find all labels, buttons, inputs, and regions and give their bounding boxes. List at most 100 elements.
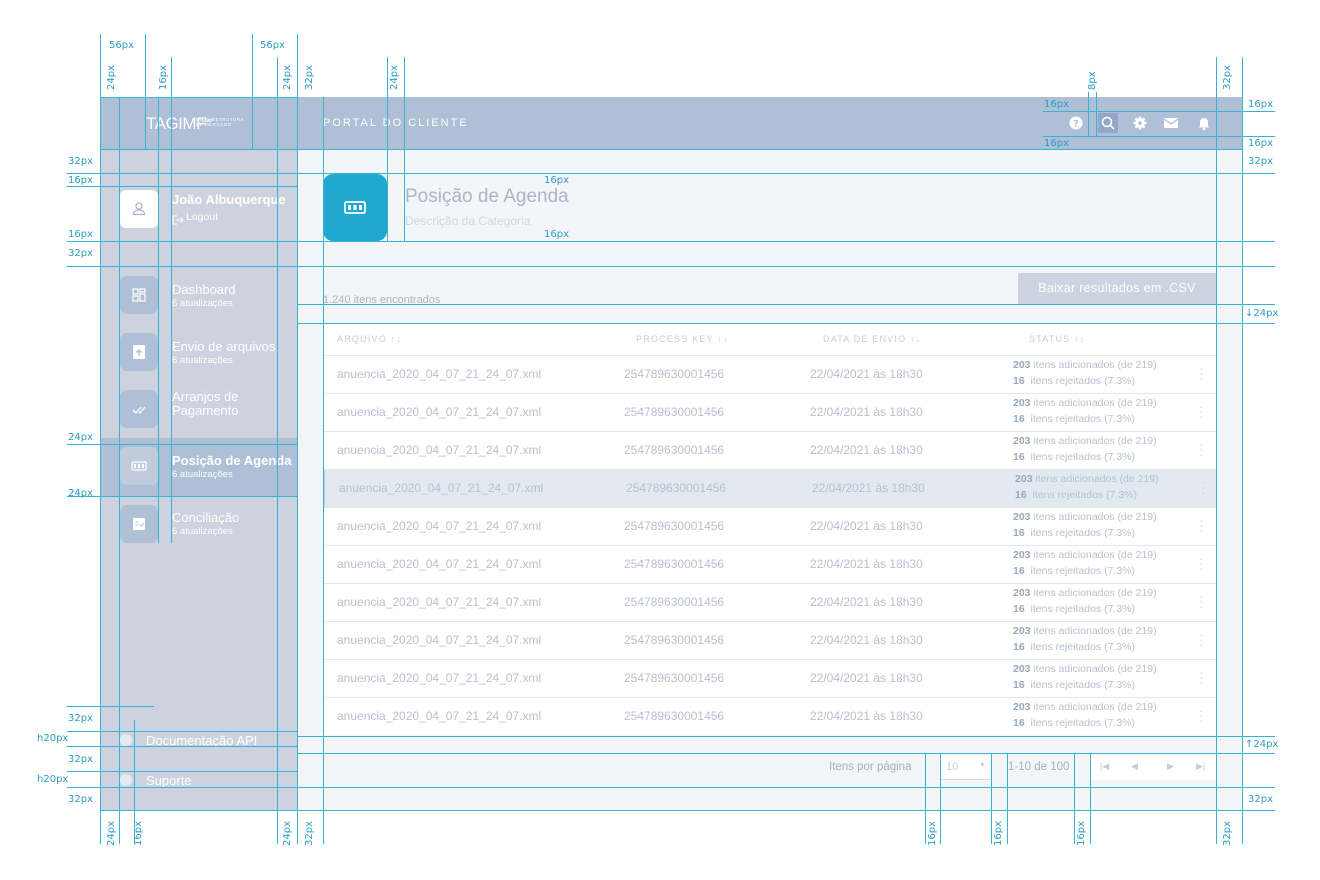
rejected-count: 16 <box>1013 717 1025 729</box>
support-link[interactable]: Suporte <box>146 773 192 788</box>
help-icon[interactable]: ? <box>1066 113 1086 133</box>
more-options-icon[interactable]: · · · <box>1201 475 1206 499</box>
status-rejected: 16 itens rejeitados (7.3%) <box>1013 603 1135 615</box>
file-name-cell[interactable]: anuencia_2020_04_07_21_24_07.xml <box>337 557 541 571</box>
file-name-cell[interactable]: anuencia_2020_04_07_21_24_07.xml <box>337 519 541 533</box>
column-header-label: ARQUIVO <box>337 334 387 344</box>
file-name-cell[interactable]: anuencia_2020_04_07_21_24_07.xml <box>337 709 541 723</box>
table-row[interactable]: anuencia_2020_04_07_21_24_07.xml 25478963… <box>323 583 1216 621</box>
table-row[interactable]: anuencia_2020_04_07_21_24_07.xml 25478963… <box>323 431 1216 469</box>
table-row[interactable]: anuencia_2020_04_07_21_24_07.xml 25478963… <box>323 355 1216 393</box>
column-header-process-key[interactable]: PROCESS KEY ↑↓ <box>636 334 729 344</box>
more-options-icon[interactable]: · · · <box>1199 589 1204 613</box>
added-count: 203 <box>1013 397 1031 409</box>
file-name-cell[interactable]: anuencia_2020_04_07_21_24_07.xml <box>337 367 541 381</box>
table-row[interactable]: anuencia_2020_04_07_21_24_07.xml 25478963… <box>323 393 1216 431</box>
column-header-file[interactable]: ARQUIVO ↑↓ <box>337 334 402 344</box>
sort-icon[interactable]: ↑↓ <box>910 334 921 344</box>
status-added: 203 itens adicionados (de 219) <box>1013 435 1157 447</box>
more-options-icon[interactable]: · · · <box>1199 399 1204 423</box>
avatar[interactable] <box>120 190 158 228</box>
last-page-icon[interactable]: ▶| <box>1196 761 1205 772</box>
logout-link[interactable]: Logout <box>186 211 218 223</box>
rejected-text: itens rejeitados (7.3%) <box>1030 717 1135 729</box>
added-count: 203 <box>1013 701 1031 713</box>
check-icon[interactable] <box>120 390 158 428</box>
guide-line <box>297 736 1275 737</box>
process-key-cell: 254789630001456 <box>624 709 725 723</box>
file-name-cell[interactable]: anuencia_2020_04_07_21_24_07.xml <box>337 671 541 685</box>
nav-item-payment[interactable]: Arranjos de Pagamento <box>172 390 252 418</box>
table-row[interactable]: anuencia_2020_04_07_21_24_07.xml 25478963… <box>323 469 1216 507</box>
items-per-page-label: Itens por página <box>829 761 912 773</box>
mail-icon[interactable] <box>1161 113 1181 133</box>
column-header-date[interactable]: DATA DE ENVIO ↑↓ <box>823 334 921 344</box>
items-per-page-value: 10 <box>946 761 959 773</box>
more-options-icon[interactable]: · · · <box>1199 361 1204 385</box>
spec-label: ↑24px <box>1245 739 1279 750</box>
spec-label: 32px <box>68 713 93 724</box>
status-rejected: 16 itens rejeitados (7.3%) <box>1013 451 1135 463</box>
reconcile-icon[interactable] <box>120 505 158 543</box>
more-options-icon[interactable]: · · · <box>1199 627 1204 651</box>
bell-icon[interactable] <box>1194 113 1214 133</box>
spec-label: 16px <box>993 821 1004 846</box>
guide-line <box>940 753 941 844</box>
file-name-cell[interactable]: anuencia_2020_04_07_21_24_07.xml <box>339 481 543 495</box>
guide-line <box>252 34 253 150</box>
gear-icon[interactable] <box>1130 113 1150 133</box>
guide-line <box>1043 111 1275 112</box>
table-row[interactable]: anuencia_2020_04_07_21_24_07.xml 25478963… <box>323 697 1216 735</box>
more-options-icon[interactable]: · · · <box>1199 703 1204 727</box>
guide-line <box>297 753 1275 754</box>
added-text: itens adicionados (de 219) <box>1033 397 1157 409</box>
sort-icon[interactable]: ↑↓ <box>717 334 728 344</box>
prev-page-icon[interactable]: ◀ <box>1131 761 1138 772</box>
table-row[interactable]: anuencia_2020_04_07_21_24_07.xml 25478963… <box>323 507 1216 545</box>
rejected-count: 16 <box>1013 527 1025 539</box>
file-name-cell[interactable]: anuencia_2020_04_07_21_24_07.xml <box>337 633 541 647</box>
next-page-icon[interactable]: ▶ <box>1167 761 1174 772</box>
table-row[interactable]: anuencia_2020_04_07_21_24_07.xml 25478963… <box>323 621 1216 659</box>
logout-icon[interactable] <box>172 212 184 230</box>
more-options-icon[interactable]: · · · <box>1199 665 1204 689</box>
nav-item-reconcile[interactable]: Conciliação <box>172 511 239 525</box>
guide-line <box>145 34 146 150</box>
spec-label: 32px <box>1248 156 1273 167</box>
search-icon[interactable] <box>1098 113 1118 133</box>
agenda-icon[interactable] <box>120 447 158 485</box>
date-cell: 22/04/2021 às 18h30 <box>810 671 923 685</box>
date-cell: 22/04/2021 às 18h30 <box>810 557 923 571</box>
more-options-icon[interactable]: · · · <box>1199 513 1204 537</box>
column-header-status[interactable]: STATUS ↑↓ <box>1029 334 1085 344</box>
guide-line <box>1216 57 1217 844</box>
nav-item-upload[interactable]: Envio de arquivos <box>172 340 275 354</box>
more-options-icon[interactable]: · · · <box>1199 551 1204 575</box>
added-count: 203 <box>1013 359 1031 371</box>
more-options-icon[interactable]: · · · <box>1199 437 1204 461</box>
file-name-cell[interactable]: anuencia_2020_04_07_21_24_07.xml <box>337 595 541 609</box>
sort-icon[interactable]: ↑↓ <box>1074 334 1085 344</box>
rejected-count: 16 <box>1013 565 1025 577</box>
page-title: Posição de Agenda <box>405 186 569 207</box>
nav-item-dashboard[interactable]: Dashboard <box>172 283 236 297</box>
items-per-page-select[interactable]: 10 ▼ <box>939 755 991 780</box>
table-row[interactable]: anuencia_2020_04_07_21_24_07.xml 25478963… <box>323 545 1216 583</box>
download-csv-button[interactable]: Baixar resultados em .CSV <box>1018 273 1216 304</box>
first-page-icon[interactable]: |◀ <box>1100 761 1109 772</box>
file-name-cell[interactable]: anuencia_2020_04_07_21_24_07.xml <box>337 405 541 419</box>
added-count: 203 <box>1013 663 1031 675</box>
sort-icon[interactable]: ↑↓ <box>391 334 402 344</box>
upload-icon[interactable] <box>120 333 158 371</box>
docs-icon[interactable] <box>120 734 132 746</box>
dashboard-icon[interactable] <box>120 276 158 314</box>
rejected-text: itens rejeitados (7.3%) <box>1030 527 1135 539</box>
spec-label: 16px <box>1076 821 1087 846</box>
date-cell: 22/04/2021 às 18h30 <box>810 443 923 457</box>
rejected-text: itens rejeitados (7.3%) <box>1032 489 1137 501</box>
nav-item-agenda[interactable]: Posição de Agenda <box>172 454 291 468</box>
status-rejected: 16 itens rejeitados (7.3%) <box>1013 413 1135 425</box>
table-row[interactable]: anuencia_2020_04_07_21_24_07.xml 25478963… <box>323 659 1216 697</box>
support-icon[interactable] <box>120 774 132 786</box>
file-name-cell[interactable]: anuencia_2020_04_07_21_24_07.xml <box>337 443 541 457</box>
